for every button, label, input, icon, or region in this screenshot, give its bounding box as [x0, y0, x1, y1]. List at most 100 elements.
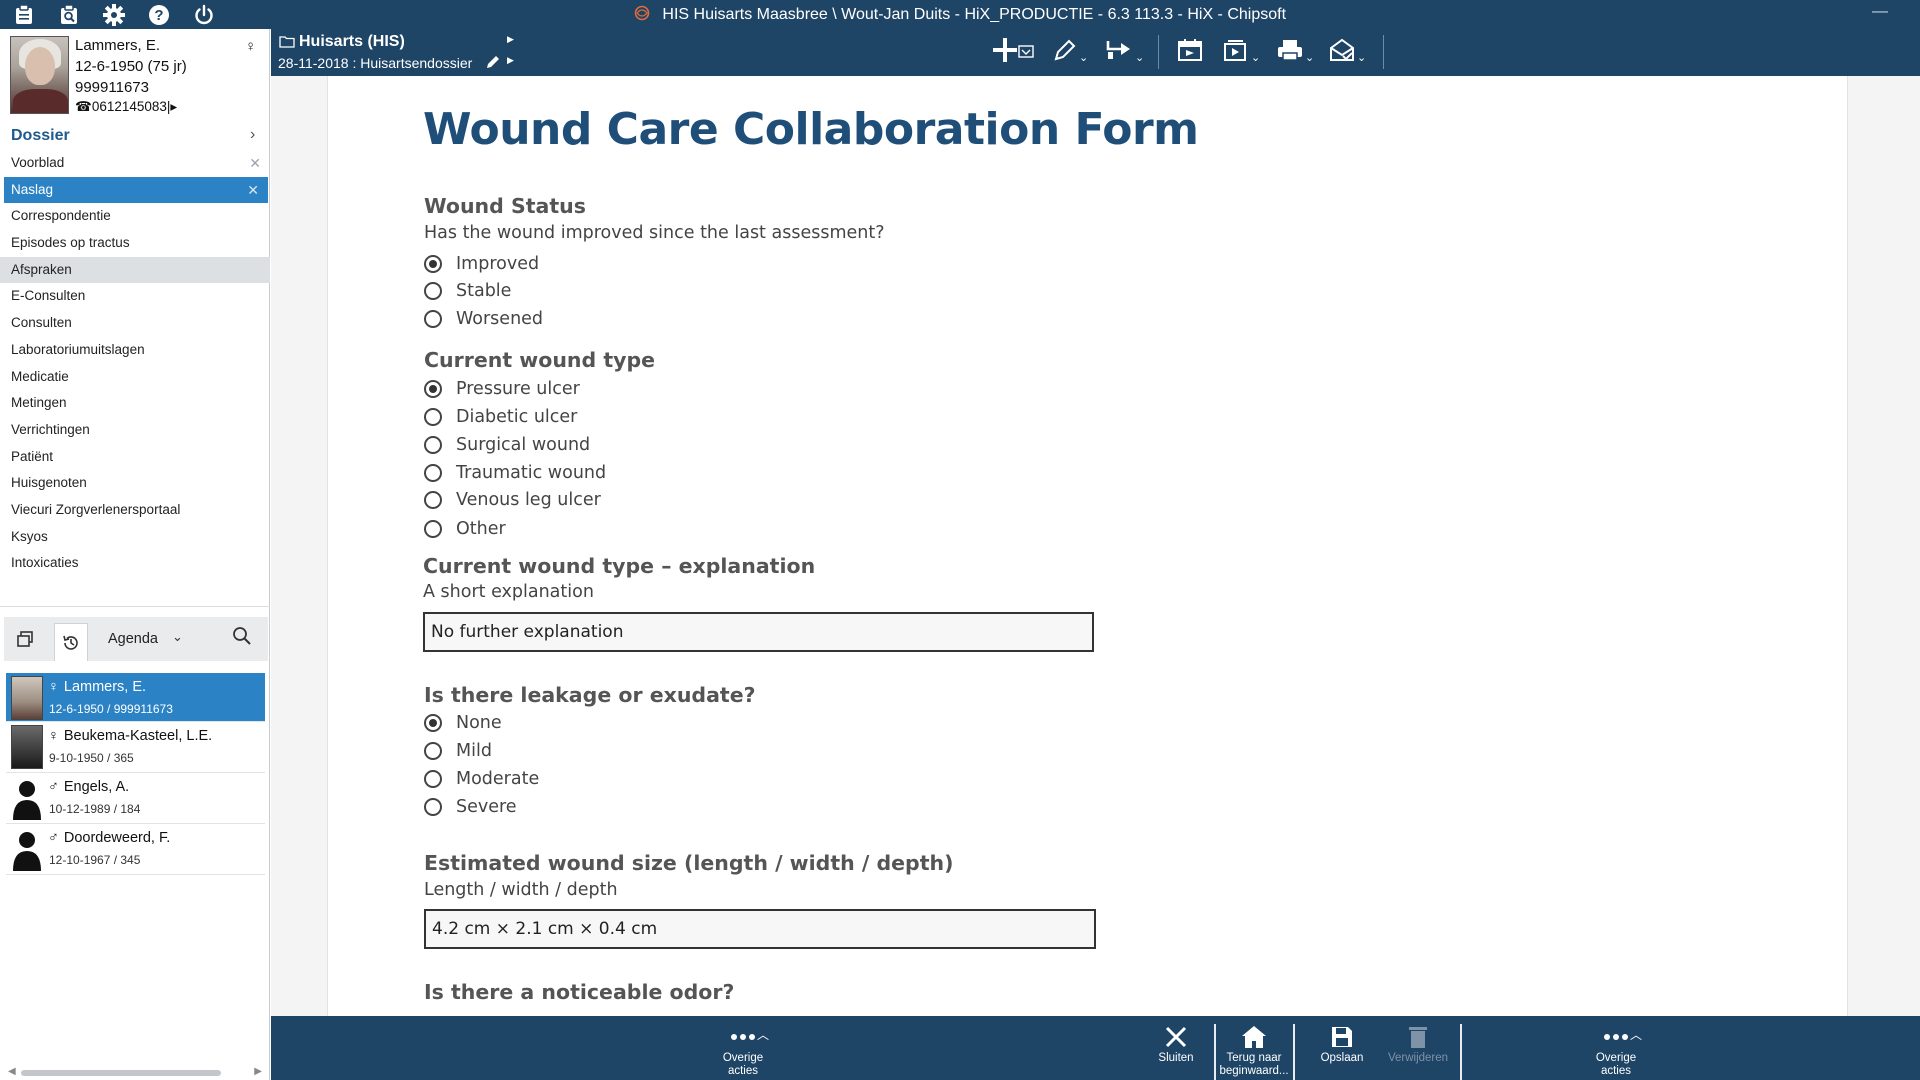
radio-unchecked-icon[interactable] [424, 798, 442, 816]
add-button[interactable] [992, 37, 1034, 67]
wound-size-field[interactable]: 4.2 cm × 2.1 cm × 0.4 cm [424, 909, 1096, 949]
patient-list-item[interactable]: ♂ Engels, A. 10-12-1989 / 184 [6, 773, 265, 824]
dossier-header[interactable]: Dossier › [0, 124, 270, 150]
radio-option-mild[interactable]: Mild [424, 739, 492, 763]
radio-option-severe[interactable]: Severe [424, 795, 517, 819]
sidebar-item-label: Correspondentie [11, 208, 111, 224]
horizontal-scrollbar[interactable]: ◀ ▶ [6, 1066, 264, 1080]
radio-option-improved[interactable]: Improved [424, 252, 539, 276]
radio-option-surgical-wound[interactable]: Surgical wound [424, 433, 590, 457]
transfer-button[interactable]: ⌄ [1105, 37, 1144, 67]
sidebar-item-label: Episodes op tractus [11, 235, 130, 251]
chevron-up-icon[interactable]: ︿ [757, 1026, 769, 1043]
radio-unchecked-icon[interactable] [424, 770, 442, 788]
gender-icon: ♀ [48, 728, 59, 744]
print-button[interactable]: ⌄ [1277, 37, 1314, 67]
radio-unchecked-icon[interactable] [424, 436, 442, 454]
gender-icon: ♀ [48, 679, 59, 695]
close-tab-icon[interactable]: ✕ [249, 150, 261, 177]
sidebar-item-pati-nt[interactable]: Patiënt [0, 444, 270, 471]
folder-subtitle[interactable]: 28-11-2018 : Huisartsendossier [278, 55, 472, 71]
radio-option-label: Mild [456, 741, 492, 761]
save-button[interactable]: Opslaan [1306, 1022, 1378, 1078]
mail-button[interactable]: ⌄ [1329, 37, 1366, 67]
chevron-right-icon[interactable]: › [250, 126, 255, 144]
chevron-down-icon: ⌄ [1305, 51, 1315, 64]
radio-option-moderate[interactable]: Moderate [424, 767, 539, 791]
folder-title[interactable]: Huisarts (HIS) [299, 33, 405, 51]
sidebar-item-huisgenoten[interactable]: Huisgenoten [0, 470, 270, 497]
sidebar-item-naslag[interactable]: Naslag ✕ [4, 176, 268, 204]
chevron-up-icon[interactable]: ︿ [1630, 1026, 1642, 1043]
sidebar-item-correspondentie[interactable]: Correspondentie [0, 203, 270, 230]
radio-option-other[interactable]: Other [424, 517, 506, 541]
agenda-toolbar: Agenda ⌄ [4, 617, 268, 661]
radio-option-worsened[interactable]: Worsened [424, 307, 543, 331]
sidebar-item-laboratoriumuitslagen[interactable]: Laboratoriumuitslagen [0, 337, 270, 364]
sidebar-item-episodes-op-tractus[interactable]: Episodes op tractus [0, 230, 270, 257]
radio-unchecked-icon[interactable] [424, 310, 442, 328]
sidebar-item-verrichtingen[interactable]: Verrichtingen [0, 417, 270, 444]
patient-avatar [11, 676, 43, 720]
radio-option-stable[interactable]: Stable [424, 279, 511, 303]
radio-checked-icon[interactable] [424, 255, 442, 273]
home-button[interactable]: Terug naar beginwaard... [1216, 1022, 1292, 1078]
home-label: Terug naar beginwaard... [1219, 1052, 1289, 1077]
delete-button[interactable]: Verwijderen [1382, 1022, 1454, 1078]
close-label: Sluiten [1158, 1052, 1194, 1064]
history-icon[interactable] [54, 623, 88, 661]
radio-unchecked-icon[interactable] [424, 408, 442, 426]
sidebar-item-medicatie[interactable]: Medicatie [0, 364, 270, 391]
radio-unchecked-icon[interactable] [424, 464, 442, 482]
search-icon[interactable] [232, 626, 252, 651]
patient-phone-row[interactable]: ☎0612145083|▸ [75, 99, 177, 115]
radio-unchecked-icon[interactable] [424, 742, 442, 760]
patient-list-item[interactable]: ♀ Beukema-Kasteel, L.E. 9-10-1950 / 365 [6, 722, 265, 773]
sidebar-item-e-consulten[interactable]: E-Consulten [0, 283, 270, 310]
agenda-dropdown[interactable]: Agenda [108, 631, 158, 647]
pen-tool-button[interactable]: ⌄ [1053, 37, 1088, 67]
radio-checked-icon[interactable] [424, 714, 442, 732]
radio-option-none[interactable]: None [424, 711, 502, 735]
play-button[interactable]: ⌄ [1223, 37, 1260, 67]
radio-unchecked-icon[interactable] [424, 491, 442, 509]
patient-list-item[interactable]: ♀ Lammers, E. 12-6-1950 / 999911673 [6, 673, 265, 722]
chevron-down-icon[interactable]: ⌄ [172, 629, 183, 645]
radio-option-diabetic-ulcer[interactable]: Diabetic ulcer [424, 405, 577, 429]
scroll-left-icon[interactable]: ◀ [8, 1066, 16, 1077]
close-button[interactable]: Sluiten [1140, 1022, 1212, 1078]
radio-option-label: Other [456, 519, 506, 539]
sidebar-item-voorblad[interactable]: Voorblad ✕ [0, 150, 270, 177]
bottom-divider [1460, 1024, 1462, 1080]
sidebar-item-consulten[interactable]: Consulten [0, 310, 270, 337]
folder-expand-icon[interactable]: ▶ [507, 34, 514, 45]
radio-checked-icon[interactable] [424, 380, 442, 398]
save-label: Opslaan [1320, 1052, 1364, 1064]
sidebar-item-afspraken[interactable]: Afspraken [0, 256, 270, 284]
patient-list-item[interactable]: ♂ Doordeweerd, F. 12-10-1967 / 345 [6, 824, 265, 875]
wound-type-explanation-field[interactable]: No further explanation [423, 612, 1094, 652]
subtitle-expand-icon[interactable]: ▶ [507, 55, 514, 66]
radio-unchecked-icon[interactable] [424, 282, 442, 300]
minimize-button[interactable]: — [1872, 3, 1888, 21]
scroll-right-icon[interactable]: ▶ [254, 1066, 262, 1077]
sidebar-item-label: Ksyos [11, 528, 48, 544]
question-wound-type-explanation-subtitle: A short explanation [423, 582, 594, 602]
copy-window-icon[interactable] [8, 623, 42, 655]
radio-unchecked-icon[interactable] [424, 520, 442, 538]
patient-avatar [11, 776, 43, 820]
sidebar-item-ksyos[interactable]: Ksyos [0, 524, 270, 551]
edit-pencil-icon[interactable] [485, 54, 501, 75]
sidebar-item-viecuri-zorgverlenersportaal[interactable]: Viecuri Zorgverlenersportaal [0, 497, 270, 524]
sidebar-item-metingen[interactable]: Metingen [0, 390, 270, 417]
sidebar-item-intoxicaties[interactable]: Intoxicaties [0, 550, 270, 577]
calendar-button[interactable] [1177, 37, 1203, 67]
scrollbar-thumb[interactable] [21, 1070, 221, 1076]
close-tab-icon[interactable]: ✕ [247, 177, 259, 204]
radio-option-venous-leg-ulcer[interactable]: Venous leg ulcer [424, 488, 601, 512]
radio-option-traumatic-wound[interactable]: Traumatic wound [424, 461, 606, 485]
chevron-down-icon: ⌄ [1251, 51, 1261, 64]
patient-card[interactable]: Lammers, E. 12-6-1950 (75 jr) 999911673 … [0, 29, 270, 119]
phone-arrow-icon[interactable]: |▸ [167, 99, 177, 114]
radio-option-pressure-ulcer[interactable]: Pressure ulcer [424, 377, 580, 401]
